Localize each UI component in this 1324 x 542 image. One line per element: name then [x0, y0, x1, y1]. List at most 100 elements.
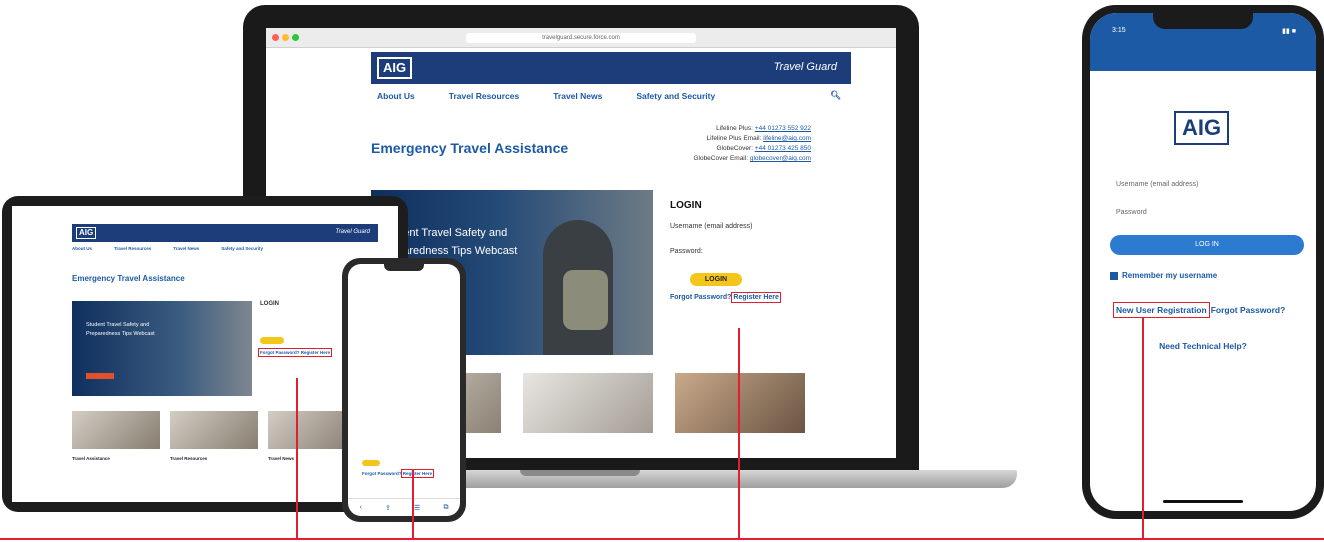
small-phone-frame: Forgot Password? Register Here ‹ ⇪ ☰ ⧉	[342, 258, 466, 522]
login-heading: LOGIN	[260, 301, 279, 307]
account-links: New User Registration Forgot Password?	[1113, 302, 1286, 318]
large-phone-frame: 3:15 ▮▮ ■ AIG Username (email address) P…	[1082, 5, 1324, 519]
address-bar[interactable]: travelguard.secure.force.com	[466, 33, 696, 43]
nav-item-resources[interactable]: Travel Resources	[449, 91, 519, 101]
app-header: 3:15 ▮▮ ■	[1090, 13, 1316, 71]
phone-notch	[1153, 13, 1253, 29]
register-here-link[interactable]: Forgot Password? Register Here	[257, 348, 333, 357]
login-links: Forgot Password? Register Here	[670, 292, 830, 303]
login-panel: LOGIN Forgot Password? Register Here	[257, 301, 333, 357]
register-here-link[interactable]: Register Here	[731, 292, 781, 303]
main-nav: About Us Travel Resources Travel News Sa…	[371, 84, 851, 108]
forgot-password-link[interactable]: Forgot Password?	[1211, 305, 1286, 315]
login-button[interactable]	[362, 460, 380, 466]
page-title: Emergency Travel Assistance	[72, 274, 185, 283]
remember-label: Remember my username	[1122, 271, 1218, 280]
status-time: 3:15	[1112, 27, 1126, 34]
tablet-screen: AIG Travel Guard About Us Travel Resourc…	[12, 206, 398, 502]
nav-item-resources[interactable]: Travel Resources	[114, 246, 151, 251]
feature-thumbnails	[72, 411, 356, 449]
signal-wifi-battery-icon: ▮▮ ■	[1282, 28, 1296, 35]
remember-username[interactable]: Remember my username	[1110, 271, 1217, 280]
hero-line: udent Travel Safety and	[391, 227, 508, 239]
laptop-notch	[520, 470, 640, 476]
hero-cta-button[interactable]	[86, 373, 114, 379]
contact-value[interactable]: +44 01273 425 850	[755, 145, 811, 152]
password-field[interactable]: Password:	[670, 248, 830, 255]
hero-line: Preparedness Tips Webcast	[86, 331, 155, 337]
login-button[interactable]: LOG IN	[1110, 235, 1304, 255]
tablet-status-bar	[12, 206, 398, 216]
tablet-site-header: AIG Travel Guard	[72, 224, 378, 242]
tablet-nav: About Us Travel Resources Travel News Sa…	[72, 246, 378, 251]
callout-line	[412, 470, 414, 538]
contact-label: GlobeCover:	[716, 145, 753, 152]
contact-value[interactable]: globecover@aig.com	[750, 155, 811, 162]
hero-image-backpack	[563, 270, 608, 330]
site-header: AIG Travel Guard	[371, 52, 851, 84]
column-title[interactable]: Travel Resources	[170, 456, 258, 461]
browser-toolbar: travelguard.secure.force.com	[266, 28, 896, 48]
callout-line	[1142, 318, 1144, 538]
nav-item-news[interactable]: Travel News	[553, 91, 602, 101]
travel-guard-brand: Travel Guard	[773, 61, 837, 73]
forgot-password-link[interactable]: Forgot Password?	[670, 294, 731, 301]
forgot-password-link[interactable]: Forgot Password?	[362, 471, 402, 476]
search-icon[interactable]: 🔍︎	[830, 90, 841, 101]
column-title[interactable]: Travel Assistance	[72, 456, 160, 461]
register-here-link[interactable]: Register Here	[400, 469, 435, 478]
page-title: Emergency Travel Assistance	[371, 140, 569, 156]
share-icon[interactable]: ⇪	[385, 504, 391, 512]
username-field[interactable]: Username (email address)	[1116, 181, 1198, 188]
hero-headline: udent Travel Safety and eparedness Tips …	[391, 224, 517, 260]
password-field[interactable]: Password	[1116, 209, 1147, 216]
thumbnail-image[interactable]	[675, 373, 805, 433]
feature-columns: Travel Assistance Travel Resources Trave…	[72, 456, 356, 464]
aig-logo[interactable]: AIG	[377, 57, 413, 79]
login-links: Forgot Password? Register Here	[362, 469, 435, 478]
hero-line: Student Travel Safety and	[86, 322, 150, 328]
callout-line	[738, 328, 740, 538]
callout-baseline	[0, 538, 1324, 540]
hero-headline: Student Travel Safety and Preparedness T…	[86, 321, 155, 339]
aig-logo: AIG	[1174, 111, 1230, 145]
home-indicator	[1163, 500, 1243, 503]
close-icon[interactable]	[272, 34, 279, 41]
travel-guard-brand: Travel Guard	[335, 229, 370, 235]
username-field[interactable]: Username (email address)	[670, 223, 830, 230]
hero-banner[interactable]: Student Travel Safety and Preparedness T…	[72, 301, 252, 396]
nav-item-news[interactable]: Travel News	[173, 246, 199, 251]
callout-line	[296, 378, 298, 538]
browser-toolbar: ‹ ⇪ ☰ ⧉	[348, 498, 460, 516]
small-phone-screen: Forgot Password? Register Here ‹ ⇪ ☰ ⧉	[348, 264, 460, 516]
window-controls[interactable]	[272, 34, 299, 41]
contact-label: Lifeline Plus:	[716, 125, 753, 132]
large-phone-screen: 3:15 ▮▮ ■ AIG Username (email address) P…	[1090, 13, 1316, 511]
new-user-registration-link[interactable]: New User Registration	[1113, 302, 1210, 318]
aig-logo[interactable]: AIG	[76, 227, 97, 239]
login-button[interactable]: LOGIN	[690, 273, 742, 286]
checkbox-checked-icon[interactable]	[1110, 271, 1118, 280]
technical-help-link[interactable]: Need Technical Help?	[1090, 341, 1316, 351]
login-heading: LOGIN	[670, 200, 702, 211]
contact-value[interactable]: +44 01273 552 922	[755, 125, 811, 132]
nav-item-safety[interactable]: Safety and Security	[636, 91, 715, 101]
bookmarks-icon[interactable]: ☰	[414, 504, 420, 512]
contact-label: GlobeCover Email:	[693, 155, 749, 162]
nav-item-about[interactable]: About Us	[72, 246, 92, 251]
contact-label: Lifeline Plus Email:	[706, 135, 762, 142]
thumbnail-image[interactable]	[523, 373, 653, 433]
tabs-icon[interactable]: ⧉	[443, 504, 448, 512]
thumbnail-image[interactable]	[72, 411, 160, 449]
contact-value[interactable]: lifeline@aig.com	[763, 135, 811, 142]
nav-item-safety[interactable]: Safety and Security	[221, 246, 263, 251]
back-icon[interactable]: ‹	[360, 504, 362, 511]
nav-item-about[interactable]: About Us	[377, 91, 415, 101]
thumbnail-image[interactable]	[170, 411, 258, 449]
maximize-icon[interactable]	[292, 34, 299, 41]
minimize-icon[interactable]	[282, 34, 289, 41]
login-panel: LOGIN Username (email address) Password:…	[670, 200, 830, 303]
phone-notch	[384, 264, 424, 271]
contact-numbers: Lifeline Plus: +44 01273 552 922 Lifelin…	[693, 124, 811, 164]
login-button[interactable]	[260, 337, 284, 344]
